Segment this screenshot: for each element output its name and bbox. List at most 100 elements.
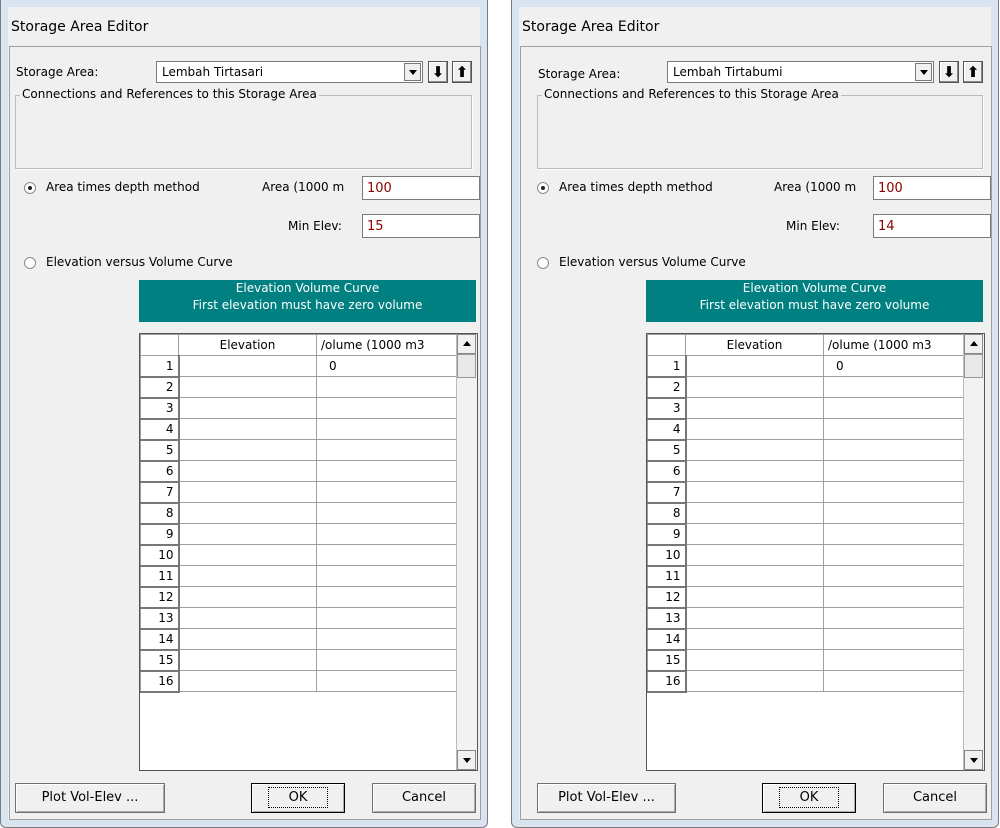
elevation-volume-curve-radio[interactable] [537, 257, 549, 269]
cancel-button[interactable]: Cancel [883, 783, 987, 813]
elevation-cell[interactable] [178, 418, 317, 440]
min-elev-input[interactable]: 14 [873, 214, 991, 238]
elevation-cell[interactable] [685, 376, 824, 398]
volume-cell[interactable] [823, 565, 964, 587]
elevation-cell[interactable] [685, 586, 824, 608]
volume-cell[interactable] [823, 439, 964, 461]
volume-cell[interactable] [823, 586, 964, 608]
elevation-cell[interactable] [685, 397, 824, 419]
elevation-cell[interactable] [178, 355, 317, 377]
elevation-cell[interactable] [178, 607, 317, 629]
elevation-cell[interactable] [178, 649, 317, 671]
scroll-thumb[interactable] [964, 354, 983, 378]
elevation-cell[interactable] [685, 670, 824, 692]
ok-button[interactable]: OK [762, 783, 856, 813]
scroll-thumb[interactable] [457, 354, 476, 378]
elevation-cell[interactable] [178, 376, 317, 398]
volume-cell[interactable]: 0 [823, 355, 964, 377]
elevation-cell[interactable] [178, 544, 317, 566]
scroll-down-arrow-icon[interactable] [964, 750, 983, 770]
vertical-scrollbar[interactable] [963, 334, 984, 770]
elevation-cell[interactable] [685, 607, 824, 629]
elevation-cell[interactable] [178, 397, 317, 419]
elevation-cell[interactable] [685, 439, 824, 461]
elevation-cell[interactable] [178, 439, 317, 461]
volume-cell[interactable] [823, 649, 964, 671]
volume-cell[interactable] [316, 376, 457, 398]
elevation-volume-curve-radio[interactable] [24, 257, 36, 269]
row-number: 5 [647, 439, 687, 462]
volume-cell[interactable] [823, 523, 964, 545]
elevation-volume-grid: Elevation /olume (1000 m3 1 0 2 3 4 5 6 7 8 9 10 11… [139, 333, 478, 771]
elevation-cell[interactable] [178, 586, 317, 608]
ok-button[interactable]: OK [251, 783, 345, 813]
area-times-depth-radio[interactable] [24, 182, 36, 194]
elevation-cell[interactable] [685, 565, 824, 587]
volume-cell[interactable] [316, 544, 457, 566]
elevation-cell[interactable] [685, 460, 824, 482]
volume-cell[interactable] [316, 439, 457, 461]
area-input[interactable]: 100 [873, 176, 991, 200]
elevation-cell[interactable] [685, 481, 824, 503]
plot-vol-elev-button[interactable]: Plot Vol-Elev ... [537, 783, 676, 813]
next-storage-area-button[interactable]: ⬇ [939, 61, 959, 83]
title-bar[interactable]: Storage Area Editor [1, 0, 487, 46]
volume-cell[interactable] [316, 586, 457, 608]
volume-cell[interactable] [823, 502, 964, 524]
elevation-cell[interactable] [178, 523, 317, 545]
min-elev-input[interactable]: 15 [362, 214, 480, 238]
area-input[interactable]: 100 [362, 176, 480, 200]
title-bar[interactable]: Storage Area Editor [512, 0, 998, 46]
elevation-cell[interactable] [685, 523, 824, 545]
volume-cell[interactable] [316, 628, 457, 650]
volume-cell[interactable] [316, 502, 457, 524]
volume-cell[interactable] [316, 397, 457, 419]
elevation-cell[interactable] [685, 418, 824, 440]
row-number: 9 [140, 523, 180, 546]
previous-storage-area-button[interactable]: ⬆ [963, 61, 983, 83]
elevation-cell[interactable] [178, 460, 317, 482]
volume-cell[interactable] [823, 376, 964, 398]
volume-cell[interactable] [823, 544, 964, 566]
elevation-cell[interactable] [178, 502, 317, 524]
cancel-button[interactable]: Cancel [372, 783, 476, 813]
previous-storage-area-button[interactable]: ⬆ [452, 61, 472, 83]
elevation-cell[interactable] [178, 481, 317, 503]
elevation-cell[interactable] [685, 649, 824, 671]
elevation-cell[interactable] [685, 628, 824, 650]
volume-cell[interactable] [316, 607, 457, 629]
volume-cell[interactable] [823, 481, 964, 503]
volume-cell[interactable] [316, 523, 457, 545]
volume-cell[interactable] [316, 649, 457, 671]
chevron-down-icon[interactable] [404, 63, 421, 81]
elevation-cell[interactable] [178, 565, 317, 587]
storage-area-combo[interactable]: Lembah Tirtasari [156, 61, 423, 83]
volume-cell[interactable] [823, 628, 964, 650]
scroll-down-arrow-icon[interactable] [457, 750, 476, 770]
area-times-depth-radio[interactable] [537, 182, 549, 194]
scroll-up-arrow-icon[interactable] [964, 334, 983, 354]
scroll-up-arrow-icon[interactable] [457, 334, 476, 354]
volume-cell[interactable] [823, 607, 964, 629]
plot-vol-elev-button[interactable]: Plot Vol-Elev ... [15, 783, 165, 813]
volume-cell[interactable] [316, 460, 457, 482]
elevation-cell[interactable] [685, 544, 824, 566]
volume-cell[interactable] [316, 418, 457, 440]
volume-cell[interactable]: 0 [316, 355, 457, 377]
volume-cell[interactable] [316, 481, 457, 503]
elevation-cell[interactable] [685, 502, 824, 524]
next-storage-area-button[interactable]: ⬇ [428, 61, 448, 83]
elevation-cell[interactable] [178, 628, 317, 650]
volume-cell[interactable] [823, 670, 964, 692]
volume-cell[interactable] [823, 397, 964, 419]
chevron-down-icon[interactable] [915, 63, 932, 81]
elevation-cell[interactable] [685, 355, 824, 377]
storage-area-combo[interactable]: Lembah Tirtabumi [667, 61, 934, 83]
volume-cell[interactable] [823, 460, 964, 482]
storage-area-editor-window-right: Storage Area Editor Storage Area: Lembah… [511, 0, 999, 828]
volume-cell[interactable] [316, 670, 457, 692]
elevation-cell[interactable] [178, 670, 317, 692]
volume-cell[interactable] [316, 565, 457, 587]
vertical-scrollbar[interactable] [456, 334, 477, 770]
volume-cell[interactable] [823, 418, 964, 440]
